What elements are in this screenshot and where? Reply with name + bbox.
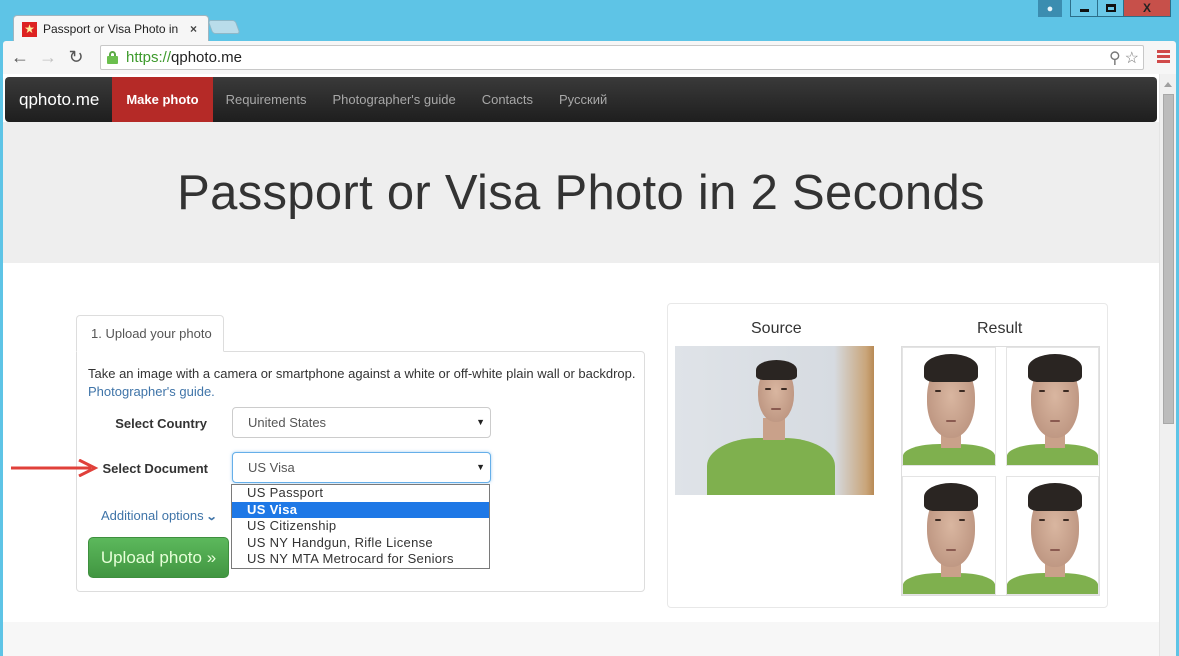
- preview-panel: Source Result: [667, 303, 1108, 608]
- window-controls: ● X: [1038, 0, 1171, 17]
- url-scheme: https://: [126, 49, 172, 66]
- nav-make-photo[interactable]: Make photo: [112, 77, 213, 122]
- minimize-button[interactable]: [1070, 0, 1098, 17]
- chevron-down-icon: ⌄: [205, 511, 218, 523]
- country-value: United States: [248, 415, 327, 430]
- new-tab-button[interactable]: [207, 20, 241, 34]
- url-host: qphoto.me: [171, 49, 242, 66]
- annotation-arrow-icon: [11, 459, 99, 477]
- zoom-icon[interactable]: ⚲: [1109, 48, 1121, 68]
- result-grid: [901, 346, 1100, 596]
- instructions-text: Take an image with a camera or smartphon…: [88, 366, 636, 381]
- document-dropdown-list: US Passport US Visa US Citizenship US NY…: [231, 484, 490, 569]
- tab-close-icon[interactable]: ×: [190, 22, 197, 36]
- result-photo: [902, 347, 996, 466]
- site-navbar: qphoto.me Make photo Requirements Photog…: [5, 77, 1157, 122]
- site-brand[interactable]: qphoto.me: [5, 77, 112, 122]
- star-icon[interactable]: ☆: [1125, 48, 1139, 68]
- document-label: Select Document: [102, 461, 208, 476]
- result-photo: [1005, 347, 1099, 466]
- dropdown-option[interactable]: US Passport: [232, 485, 489, 502]
- hero-banner: Passport or Visa Photo in 2 Seconds: [3, 122, 1159, 263]
- additional-options-label: Additional options: [101, 508, 204, 523]
- dropdown-option-selected[interactable]: US Visa: [232, 501, 489, 519]
- additional-options-toggle[interactable]: Additional options ⌄: [101, 508, 218, 523]
- nav-russian[interactable]: Русский: [546, 77, 620, 122]
- result-title: Result: [977, 320, 1023, 337]
- instructions: Take an image with a camera or smartphon…: [88, 365, 638, 401]
- browser-frame: ← → ↻ https://qphoto.me ⚲ ☆ qphoto.me Ma…: [3, 41, 1176, 656]
- nav-requirements[interactable]: Requirements: [213, 77, 320, 122]
- reload-icon[interactable]: ↻: [65, 47, 87, 69]
- source-title: Source: [751, 320, 802, 337]
- footer-band: [3, 622, 1159, 656]
- country-label: Select Country: [115, 416, 207, 431]
- address-bar[interactable]: https://qphoto.me ⚲ ☆: [100, 45, 1144, 70]
- browser-toolbar: ← → ↻ https://qphoto.me ⚲ ☆: [3, 41, 1176, 74]
- dropdown-option[interactable]: US NY Handgun, Rifle License: [232, 535, 489, 552]
- page-content: qphoto.me Make photo Requirements Photog…: [3, 74, 1159, 656]
- dropdown-option[interactable]: US NY MTA Metrocard for Seniors: [232, 551, 489, 568]
- maximize-button[interactable]: [1098, 0, 1124, 17]
- document-select[interactable]: US Visa ▼: [232, 452, 491, 483]
- nav-contacts[interactable]: Contacts: [469, 77, 546, 122]
- vertical-scrollbar[interactable]: [1159, 74, 1176, 656]
- back-arrow-icon[interactable]: ←: [9, 47, 31, 69]
- photographers-guide-link[interactable]: Photographer's guide.: [88, 384, 215, 399]
- lock-icon: [107, 51, 118, 64]
- menu-icon[interactable]: [1157, 50, 1170, 65]
- upload-photo-button[interactable]: Upload photo »: [88, 537, 229, 578]
- nav-photographers-guide[interactable]: Photographer's guide: [320, 77, 469, 122]
- close-window-button[interactable]: X: [1124, 0, 1171, 17]
- page-title: Passport or Visa Photo in 2 Seconds: [177, 165, 985, 220]
- user-icon[interactable]: ●: [1038, 0, 1062, 17]
- browser-tab[interactable]: ★ Passport or Visa Photo in ×: [13, 15, 209, 42]
- tab-upload-photo[interactable]: 1. Upload your photo: [76, 315, 224, 352]
- country-select[interactable]: United States ▼: [232, 407, 491, 438]
- dropdown-option[interactable]: US Citizenship: [232, 518, 489, 535]
- page-viewport: qphoto.me Make photo Requirements Photog…: [3, 74, 1176, 656]
- result-photo: [902, 476, 996, 595]
- document-value: US Visa: [248, 460, 295, 475]
- scroll-thumb[interactable]: [1163, 94, 1174, 424]
- favicon-icon: ★: [22, 21, 37, 37]
- tab-title: Passport or Visa Photo in: [43, 22, 178, 36]
- scroll-up-icon[interactable]: [1164, 82, 1172, 87]
- result-photo: [1005, 476, 1099, 595]
- forward-arrow-icon[interactable]: →: [37, 47, 59, 69]
- source-photo: [675, 346, 874, 495]
- caret-down-icon: ▼: [476, 417, 485, 427]
- caret-down-icon: ▼: [476, 462, 485, 472]
